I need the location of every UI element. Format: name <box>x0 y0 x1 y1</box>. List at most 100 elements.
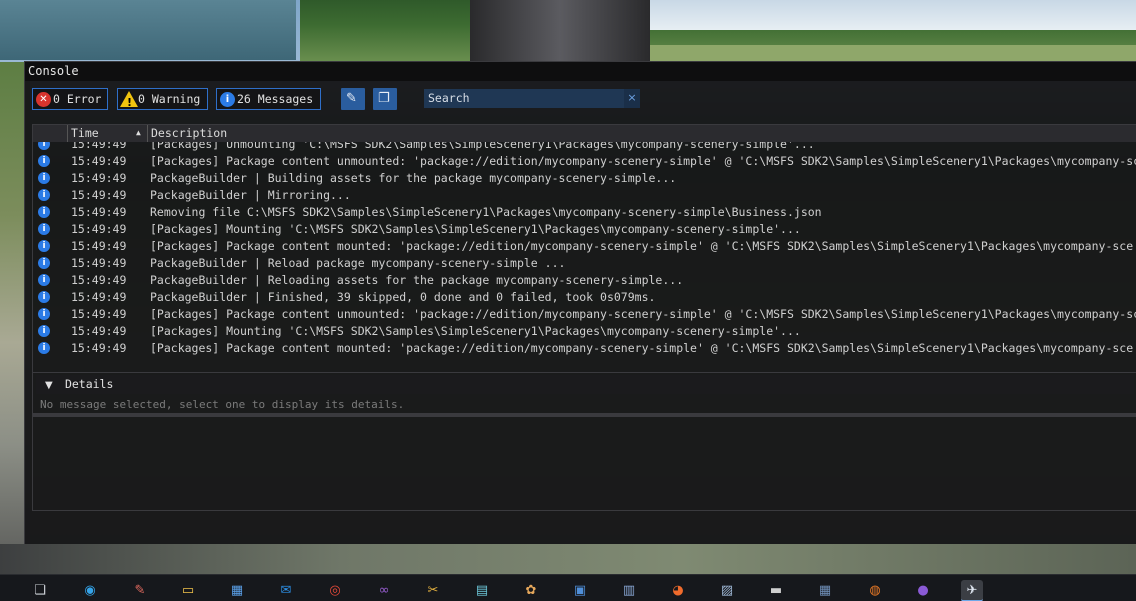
file-explorer-icon[interactable]: ▭ <box>177 580 199 601</box>
row-description: [Packages] Package content mounted: 'pac… <box>150 239 1134 253</box>
info-icon: i <box>38 206 50 218</box>
window-title: Console <box>28 64 79 78</box>
info-icon: i <box>38 155 50 167</box>
copy-button[interactable]: ❐ <box>373 88 397 110</box>
row-description: [Packages] Package content unmounted: 'p… <box>150 154 1136 168</box>
info-icon: i <box>38 291 50 303</box>
paint-icon[interactable]: ✎ <box>129 580 151 601</box>
background-bottom <box>0 544 1136 574</box>
warning-filter-button[interactable]: ! 0 Warning <box>117 88 208 110</box>
row-time: 15:49:49 <box>71 273 127 287</box>
row-description: PackageBuilder | Reload package mycompan… <box>150 256 566 270</box>
row-time: 15:49:49 <box>71 341 127 355</box>
photos-icon[interactable]: ▨ <box>716 580 738 601</box>
search-input[interactable]: Search <box>424 89 640 108</box>
table-row[interactable]: i 15:49:49 [Packages] Package content unmo… <box>33 306 1136 323</box>
msfs-icon[interactable]: ✈ <box>961 580 983 601</box>
error-filter-label: 0 Error <box>53 92 102 106</box>
table-header: Time ▲ Description <box>33 125 1136 142</box>
details-panel: ▼ Details No message selected, select on… <box>32 372 1136 511</box>
search-clear-button[interactable]: × <box>624 89 640 108</box>
background-field <box>650 45 1136 62</box>
info-icon: i <box>38 172 50 184</box>
header-icon-column[interactable] <box>33 125 67 142</box>
github-icon[interactable]: ● <box>912 580 934 601</box>
chrome-icon[interactable]: ◎ <box>324 580 346 601</box>
details-header[interactable]: ▼ Details <box>36 375 1134 394</box>
messages-filter-button[interactable]: i 26 Messages <box>216 88 321 110</box>
firefox-icon[interactable]: ◕ <box>667 580 689 601</box>
save-icon[interactable]: ▥ <box>618 580 640 601</box>
mail-icon[interactable]: ✉ <box>275 580 297 601</box>
row-time: 15:49:49 <box>71 154 127 168</box>
info-icon: i <box>38 342 50 354</box>
header-time-label: Time <box>71 126 99 140</box>
row-description: [Packages] Package content mounted: 'pac… <box>150 341 1134 355</box>
terminal-icon[interactable]: ▬ <box>765 580 787 601</box>
row-time: 15:49:49 <box>71 171 127 185</box>
error-filter-button[interactable]: ✕ 0 Error <box>32 88 108 110</box>
row-description: PackageBuilder | Finished, 39 skipped, 0… <box>150 290 656 304</box>
search-placeholder: Search <box>428 91 470 105</box>
table-row[interactable]: i 15:49:49 PackageBuilder | Mirroring... <box>33 187 1136 204</box>
table-row[interactable]: i 15:49:49 [Packages] Mounting 'C:\MSFS SD… <box>33 323 1136 340</box>
info-icon: i <box>38 274 50 286</box>
calculator-icon[interactable]: ▦ <box>814 580 836 601</box>
row-description: [Packages] Mounting 'C:\MSFS SDK2\Sample… <box>150 222 801 236</box>
header-time[interactable]: Time ▲ <box>67 125 147 142</box>
table-row[interactable]: i 15:49:49 [Packages] Package content moun… <box>33 238 1136 255</box>
header-description[interactable]: Description <box>147 125 1136 142</box>
console-toolbar: ✕ 0 Error ! 0 Warning i 26 Messages ✎ ❐ … <box>32 88 1132 110</box>
warning-icon-mark: ! <box>127 96 133 109</box>
row-time: 15:49:49 <box>71 188 127 202</box>
background-hangar <box>0 0 296 60</box>
messages-filter-label: 26 Messages <box>237 92 314 106</box>
details-empty-message: No message selected, select one to displ… <box>40 398 405 411</box>
taskbar: ❏ ◉ ✎ ▭ ▦ ✉ ◎ ∞ ✂ ▤ ✿ ▣ ▥ ◕ ▨ ▬ ▦ ◍ ● ✈ <box>0 574 1136 601</box>
info-icon: i <box>38 257 50 269</box>
task-view-icon[interactable]: ❏ <box>29 580 51 601</box>
visual-studio-icon[interactable]: ∞ <box>373 580 395 601</box>
row-time: 15:49:49 <box>71 290 127 304</box>
table-row[interactable]: i 15:49:49 PackageBuilder | Building asset… <box>33 170 1136 187</box>
blender-icon[interactable]: ◍ <box>864 580 886 601</box>
tool-icon[interactable]: ✂ <box>422 580 444 601</box>
row-description: PackageBuilder | Reloading assets for th… <box>150 273 684 287</box>
row-time: 15:49:49 <box>71 205 127 219</box>
row-description: PackageBuilder | Mirroring... <box>150 188 351 202</box>
row-time: 15:49:49 <box>71 222 127 236</box>
error-icon: ✕ <box>36 92 51 107</box>
table-row[interactable]: i 15:49:49 [Packages] Mounting 'C:\MSFS SD… <box>33 221 1136 238</box>
info-icon: i <box>38 223 50 235</box>
paint3d-icon[interactable]: ✿ <box>520 580 542 601</box>
table-row[interactable]: i 15:49:49 PackageBuilder | Reloading asse… <box>33 272 1136 289</box>
info-icon: i <box>220 92 235 107</box>
background-sky <box>650 0 1136 30</box>
warning-filter-label: 0 Warning <box>138 92 201 106</box>
table-row[interactable]: i 15:49:49 Removing file C:\MSFS SDK2\Samp… <box>33 204 1136 221</box>
background-cockpit-frame <box>470 0 650 62</box>
details-title: Details <box>64 377 114 391</box>
table-row[interactable]: i 15:49:49 PackageBuilder | Reload package… <box>33 255 1136 272</box>
row-description: PackageBuilder | Building assets for the… <box>150 171 677 185</box>
table-row[interactable]: i 15:49:49 PackageBuilder | Finished, 39 s… <box>33 289 1136 306</box>
console-window[interactable]: Console ✕ 0 Error ! 0 Warning i 26 Messa… <box>24 61 1136 544</box>
sort-ascending-icon: ▲ <box>136 128 141 137</box>
clear-console-button[interactable]: ✎ <box>341 88 365 110</box>
table-row[interactable]: i 15:49:49 [Packages] Package content moun… <box>33 340 1136 357</box>
row-description: Removing file C:\MSFS SDK2\Samples\Simpl… <box>150 205 822 219</box>
files-icon[interactable]: ▤ <box>471 580 493 601</box>
row-description: [Packages] Package content unmounted: 'p… <box>150 307 1136 321</box>
app-icon[interactable]: ▣ <box>569 580 591 601</box>
header-description-label: Description <box>151 126 228 140</box>
console-title-bar[interactable]: Console <box>25 62 1136 81</box>
copy-icon: ❐ <box>378 91 390 106</box>
info-icon: i <box>38 308 50 320</box>
store-icon[interactable]: ▦ <box>226 580 248 601</box>
edge-icon[interactable]: ◉ <box>79 580 101 601</box>
row-time: 15:49:49 <box>71 324 127 338</box>
messages-list: i 15:49:49 [Packages] Unmounting 'C:\MSFS … <box>33 136 1136 357</box>
collapse-triangle-icon[interactable]: ▼ <box>36 376 58 395</box>
table-row[interactable]: i 15:49:49 [Packages] Package content unmo… <box>33 153 1136 170</box>
eraser-icon: ✎ <box>346 91 357 106</box>
